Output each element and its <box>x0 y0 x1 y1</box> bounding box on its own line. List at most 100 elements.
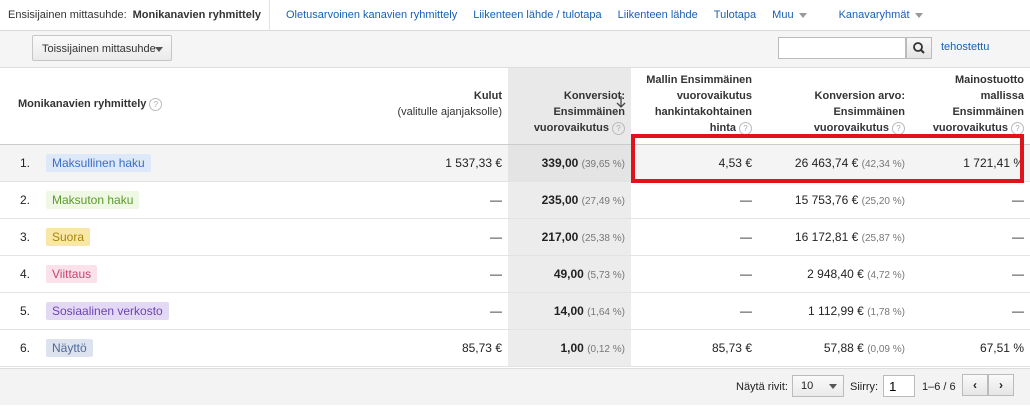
header-roas-line2: mallissa <box>980 90 1024 102</box>
channel-label[interactable]: Maksullinen haku <box>46 154 151 172</box>
tab-source-medium[interactable]: Liikenteen lähde / tulotapa <box>473 9 601 21</box>
tab-medium[interactable]: Tulotapa <box>714 9 756 21</box>
cell-roas: — <box>911 292 1030 330</box>
conversions-percent: (27,49 %) <box>581 196 625 207</box>
table-row[interactable]: 3. Suora —217,00 (25,38 %) —16 172,81 € (25… <box>0 218 1030 256</box>
cell-conversions: 49,00 (5,73 %) <box>508 255 631 293</box>
search-icon <box>913 42 925 54</box>
conversions-percent: (39,65 %) <box>581 159 625 170</box>
channel-label[interactable]: Sosiaalinen verkosto <box>46 302 169 320</box>
pagination-bar: Näytä rivit: 10 Siirry: 1–6 / 6 ‹ › <box>0 368 1030 405</box>
help-icon[interactable]: ? <box>149 97 163 111</box>
table-row[interactable]: 2. Maksuton haku —235,00 (27,49 %) —15 753,… <box>0 181 1030 219</box>
conversions-value: 1,00 <box>560 341 584 355</box>
cell-dimension: 4. Viittaus <box>0 255 380 293</box>
conversion-value-percent: (25,20 %) <box>861 196 905 207</box>
header-dimension-label: Monikanavien ryhmittely <box>18 98 147 110</box>
header-conversions[interactable]: Konversiot: Ensimmäinen vuorovaikutus? <box>508 68 631 145</box>
header-roas-line4: vuorovaikutus <box>932 122 1008 134</box>
header-value-line3: vuorovaikutus <box>813 122 889 134</box>
cell-cost: 85,73 € <box>380 329 508 367</box>
conversions-percent: (1,64 %) <box>587 307 625 318</box>
conversion-value-percent: (1,78 %) <box>867 307 905 318</box>
tab-channel-groups-dropdown[interactable]: Kanavaryhmät <box>839 9 923 21</box>
conversions-value: 339,00 <box>541 156 579 170</box>
goto-page-input[interactable] <box>883 375 915 397</box>
conversion-value-percent: (25,87 %) <box>861 233 905 244</box>
data-table: Monikanavien ryhmittely? Kulut (valitull… <box>0 68 1030 367</box>
cell-roas: — <box>911 255 1030 293</box>
channel-label[interactable]: Maksuton haku <box>46 191 140 209</box>
cell-cost: 1 537,33 € <box>380 144 508 182</box>
conversions-percent: (5,73 %) <box>587 270 625 281</box>
search-input[interactable] <box>778 37 906 59</box>
primary-dimension-label: Ensisijainen mittasuhde: <box>8 9 127 21</box>
row-number: 1. <box>20 156 31 170</box>
table-row[interactable]: 4. Viittaus —49,00 (5,73 %) —2 948,40 € (4,… <box>0 255 1030 293</box>
cell-cost: — <box>380 255 508 293</box>
cell-conversions: 339,00 (39,65 %) <box>508 144 631 182</box>
table-row[interactable]: 5. Sosiaalinen verkosto —14,00 (1,64 %) —1 … <box>0 292 1030 330</box>
cell-conversion-value: 15 753,76 € (25,20 %) <box>758 181 911 219</box>
sort-down-icon[interactable] <box>615 95 627 109</box>
next-page-button[interactable]: › <box>988 374 1014 396</box>
secondary-dimension-button[interactable]: Toissijainen mittasuhde <box>32 35 172 61</box>
header-cpa-line2: vuorovaikutus <box>676 90 752 102</box>
conversions-value: 235,00 <box>541 193 579 207</box>
cell-cpa: — <box>631 218 758 256</box>
search-button[interactable] <box>906 37 932 59</box>
help-icon[interactable]: ? <box>739 121 752 135</box>
cell-dimension: 6. Näyttö <box>0 329 380 367</box>
tab-multichannel-grouping[interactable]: Monikanavien ryhmittely <box>133 9 261 21</box>
row-number: 2. <box>20 193 31 207</box>
header-dimension[interactable]: Monikanavien ryhmittely? <box>0 68 380 145</box>
advanced-filter-link[interactable]: tehostettu <box>941 41 989 53</box>
header-value-line2: Ensimmäinen <box>833 106 905 118</box>
header-conversions-line1: Konversiot: <box>563 90 625 102</box>
caret-down-icon <box>829 384 837 389</box>
rows-per-page-select[interactable]: 10 <box>792 375 844 397</box>
tab-other-dropdown[interactable]: Muu <box>772 9 806 21</box>
chevron-right-icon: › <box>999 378 1003 392</box>
help-icon[interactable]: ? <box>612 121 625 135</box>
previous-page-button[interactable]: ‹ <box>962 374 988 396</box>
cell-cost: — <box>380 218 508 256</box>
chevron-left-icon: ‹ <box>973 378 977 392</box>
channel-label[interactable]: Suora <box>46 228 91 246</box>
secondary-dimension-label: Toissijainen mittasuhde <box>42 43 156 55</box>
cell-cpa: — <box>631 292 758 330</box>
cell-cpa: — <box>631 181 758 219</box>
cell-cpa: 85,73 € <box>631 329 758 367</box>
conversions-value: 217,00 <box>541 230 579 244</box>
conversion-value: 16 172,81 € <box>794 230 859 244</box>
tab-divider <box>269 0 270 30</box>
header-cpa-line1: Mallin Ensimmäinen <box>646 74 752 86</box>
row-number: 6. <box>20 341 31 355</box>
conversion-value: 1 112,99 € <box>808 304 864 318</box>
cell-cpa: — <box>631 255 758 293</box>
header-cost[interactable]: Kulut (valitulle ajanjaksolle) <box>380 68 508 145</box>
cell-roas: — <box>911 181 1030 219</box>
cell-dimension: 2. Maksuton haku <box>0 181 380 219</box>
header-cost-line2: (valitulle ajanjaksolle) <box>397 106 502 118</box>
cell-conversions: 235,00 (27,49 %) <box>508 181 631 219</box>
conversion-value: 2 948,40 € <box>807 267 864 281</box>
channel-label[interactable]: Viittaus <box>46 265 98 283</box>
channel-label[interactable]: Näyttö <box>46 339 93 357</box>
tab-source[interactable]: Liikenteen lähde <box>618 9 698 21</box>
header-conversions-line2: Ensimmäinen <box>553 106 625 118</box>
conversion-value: 57,88 € <box>823 341 864 355</box>
help-icon[interactable]: ? <box>892 121 905 135</box>
tab-default-channel-grouping[interactable]: Oletusarvoinen kanavien ryhmittely <box>286 9 457 21</box>
help-icon[interactable]: ? <box>1011 121 1024 135</box>
header-roas-line3: Ensimmäinen <box>952 106 1024 118</box>
table-row[interactable]: 6. Näyttö 85,73 € 1,00 (0,12 %) 85,73 € 57,88… <box>0 329 1030 367</box>
rows-per-page-value: 10 <box>801 380 814 392</box>
header-value-line1: Konversion arvo: <box>814 90 905 102</box>
page-range: 1–6 / 6 <box>922 381 956 393</box>
cell-cost: — <box>380 292 508 330</box>
conversions-percent: (0,12 %) <box>587 344 625 355</box>
header-roas-line1: Mainostuotto <box>954 74 1024 86</box>
cell-conversions: 14,00 (1,64 %) <box>508 292 631 330</box>
cell-cost: — <box>380 181 508 219</box>
